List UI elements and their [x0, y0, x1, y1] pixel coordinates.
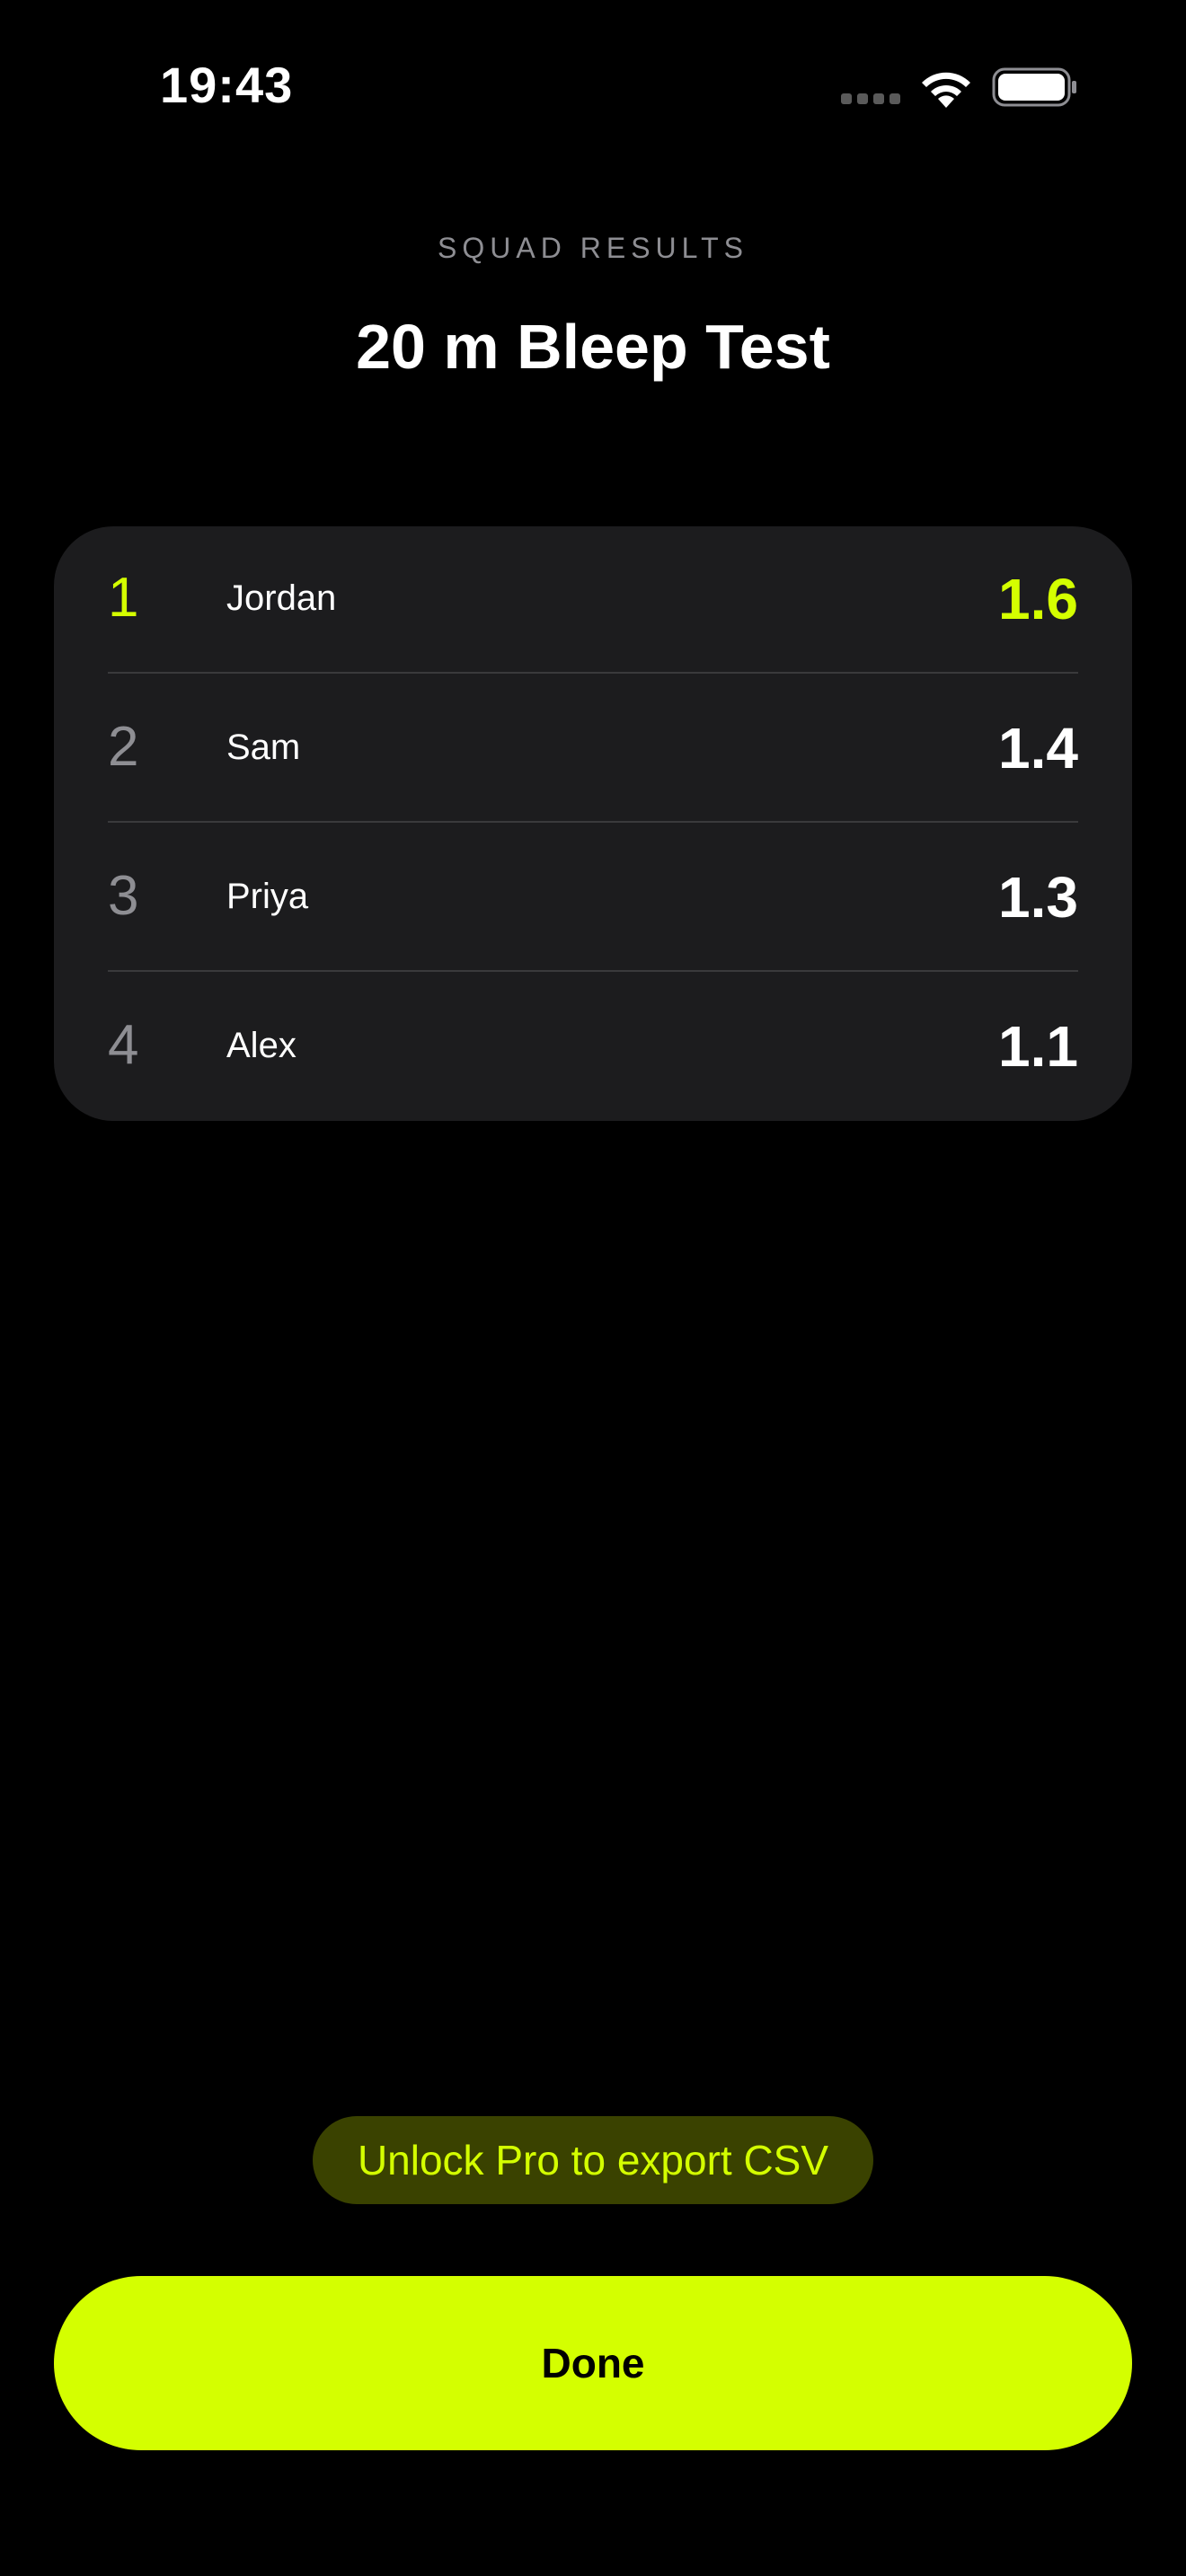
status-bar: 19:43	[0, 0, 1186, 171]
rank-label: 1	[108, 567, 139, 629]
score-value: 1.1	[998, 1014, 1078, 1079]
result-row-1: 1 Jordan 1.6	[54, 526, 1132, 675]
row-divider	[108, 970, 1078, 972]
status-time: 19:43	[160, 57, 294, 113]
score-value: 1.4	[998, 716, 1078, 781]
result-row-3: 3 Priya 1.3	[54, 825, 1132, 974]
signal-icon	[841, 93, 902, 106]
result-row-2: 2 Sam 1.4	[54, 675, 1132, 825]
athlete-name: Sam	[226, 728, 301, 767]
row-divider	[108, 821, 1078, 823]
rank-label: 3	[108, 865, 139, 927]
row-divider	[108, 672, 1078, 674]
score-value: 1.3	[998, 865, 1078, 930]
wifi-icon	[922, 72, 970, 108]
battery-icon	[992, 67, 1076, 107]
results-card: 1 Jordan 1.6 2 Sam 1.4 3 Priya 1.3 4 Ale…	[54, 526, 1132, 1121]
page-subtitle: SQUAD RESULTS	[438, 232, 748, 264]
score-value: 1.6	[998, 567, 1078, 631]
athlete-name: Alex	[226, 1026, 296, 1065]
result-row-4: 4 Alex 1.1	[54, 974, 1132, 1121]
rank-label: 4	[108, 1014, 139, 1076]
page-title: 20 m Bleep Test	[356, 312, 830, 382]
unlock-pro-button[interactable]: Unlock Pro to export CSV	[313, 2116, 873, 2204]
done-button[interactable]: Done	[54, 2276, 1132, 2450]
rank-label: 2	[108, 716, 139, 778]
athlete-name: Jordan	[226, 578, 337, 618]
athlete-name: Priya	[226, 877, 309, 916]
